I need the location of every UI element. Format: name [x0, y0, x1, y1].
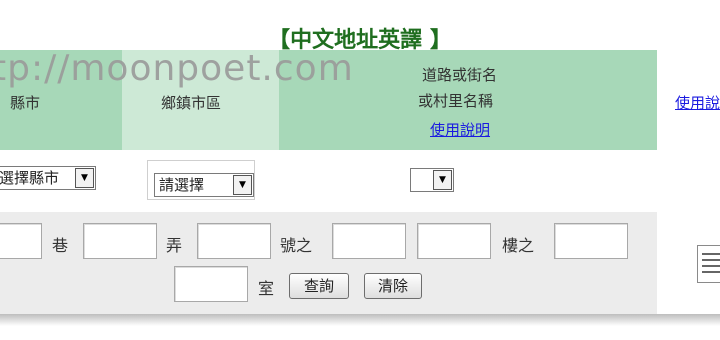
district-header-label: 鄉鎮市區	[161, 94, 222, 112]
lane-label: 巷	[52, 236, 69, 255]
bottom-shadow	[0, 314, 720, 326]
road-header-label-2: 或村里名稱	[418, 92, 494, 110]
road-header-label-1: 道路或街名	[422, 66, 498, 84]
room-label: 室	[258, 279, 275, 298]
number-label: 號之	[280, 236, 313, 255]
district-select-value: 請選擇	[159, 176, 205, 194]
floor-input[interactable]	[554, 223, 628, 259]
watermark-text: tp://moonpoet.com	[0, 48, 354, 89]
number-sub-input[interactable]	[417, 223, 491, 259]
header-extra: 使用說	[657, 50, 720, 150]
county-select-value: 選擇縣市	[0, 169, 60, 187]
query-button[interactable]: 查詢	[289, 273, 349, 299]
alley-label: 弄	[166, 236, 183, 255]
chevron-down-icon: ▼	[75, 168, 94, 188]
county-select[interactable]: 選擇縣市 ▼	[0, 166, 96, 190]
chevron-down-icon: ▼	[433, 170, 452, 190]
number-input[interactable]	[332, 223, 406, 259]
select-row	[0, 150, 720, 212]
chevron-down-icon: ▼	[233, 175, 252, 195]
floor-label: 樓之	[502, 236, 535, 255]
district-select[interactable]: 請選擇 ▼	[154, 173, 254, 197]
extra-help-link[interactable]: 使用說	[675, 92, 720, 113]
road-section-input[interactable]	[0, 223, 42, 259]
alley-input[interactable]	[197, 223, 271, 259]
document-icon[interactable]	[697, 245, 720, 283]
room-input[interactable]	[174, 266, 248, 302]
road-select[interactable]: ▼	[410, 168, 454, 192]
county-header-label: 縣市	[10, 94, 41, 112]
road-help-link[interactable]: 使用說明	[430, 119, 490, 140]
lane-input[interactable]	[83, 223, 157, 259]
clear-button[interactable]: 清除	[364, 273, 422, 299]
